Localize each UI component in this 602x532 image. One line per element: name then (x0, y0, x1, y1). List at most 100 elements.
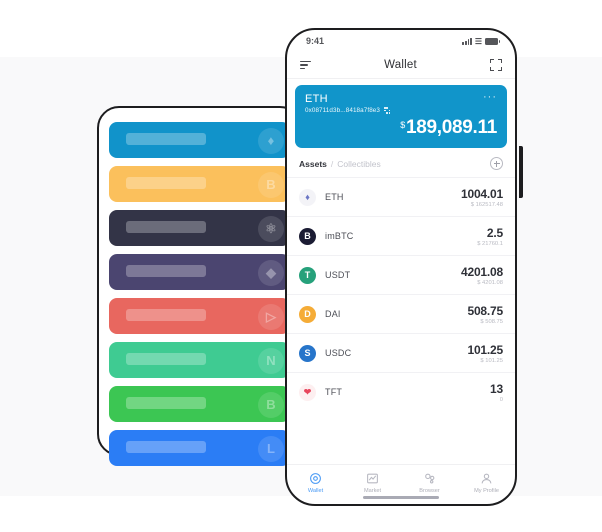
profile-tab-icon (480, 472, 493, 485)
tab-collectibles[interactable]: Collectibles (337, 159, 380, 169)
phone-side-button[interactable] (519, 146, 523, 198)
cellular-signal-icon (462, 37, 472, 45)
scan-qr-icon[interactable] (489, 59, 502, 71)
ethereum-icon: ♦ (258, 128, 284, 154)
market-tab-icon (366, 472, 379, 485)
placeholder-bar (126, 133, 206, 145)
placeholder-card: ◆ (109, 254, 290, 290)
wifi-icon: ☰ (474, 36, 482, 46)
placeholder-bar (126, 441, 206, 453)
bitcoin-icon: B (258, 172, 284, 198)
home-indicator (363, 496, 439, 499)
placeholder-bar (126, 265, 206, 277)
asset-fiat-value: $ 101.25 (480, 357, 503, 364)
asset-amount: 1004.01 (461, 186, 503, 201)
atom-icon: ⚛ (258, 216, 284, 242)
tab-market[interactable]: Market (344, 472, 401, 494)
asset-row[interactable]: S USDC 101.25 $ 101.25 (287, 333, 515, 372)
tab-wallet[interactable]: Wallet (287, 472, 344, 494)
asset-amount: 101.25 (467, 342, 503, 357)
asset-row[interactable]: BimBTC 2.5 $ 21760.1 (287, 216, 515, 255)
browser-tab-icon (423, 472, 436, 485)
placeholder-phone: ♦ B ⚛ ◆ ▷ N B L (97, 106, 302, 466)
placeholder-card: ⚛ (109, 210, 290, 246)
placeholder-card: N (109, 342, 290, 378)
asset-amount: 13 (490, 381, 503, 396)
asset-amount: 4201.08 (461, 264, 503, 279)
wallet-address[interactable]: 0x08711d3b...8418a7f8e3 (305, 107, 380, 114)
placeholder-card: ♦ (109, 122, 290, 158)
asset-fiat-value: $ 162517.48 (470, 201, 503, 208)
wallet-balance-card[interactable]: ETH ··· 0x08711d3b...8418a7f8e3 $ 189,08… (295, 85, 507, 148)
imbtc-coin-icon: B (299, 227, 316, 245)
status-time: 9:41 (306, 36, 325, 46)
wallet-screen: ETH ··· 0x08711d3b...8418a7f8e3 $ 189,08… (287, 79, 515, 504)
currency-symbol: $ (400, 120, 405, 130)
droplet-icon: ◆ (258, 260, 284, 286)
dai-coin-icon: D (299, 305, 316, 323)
asset-symbol: USDC (325, 348, 352, 358)
usdc-coin-icon: S (299, 344, 316, 362)
asset-symbol: DAI (325, 309, 341, 319)
nav-bar: Wallet (287, 52, 515, 79)
tab-browser[interactable]: Browser (401, 472, 458, 494)
asset-fiat-value: $ 4201.08 (477, 279, 503, 286)
asset-amount: 2.5 (486, 225, 503, 240)
screenshot-stage: ♦ B ⚛ ◆ ▷ N B L 9:41 ☰ Wallet ETH ··· 0x… (0, 0, 602, 532)
asset-fiat-value: $ 508.75 (480, 318, 503, 325)
asset-values: 4201.08 $ 4201.08 (461, 265, 503, 286)
litecoin-icon: L (258, 436, 284, 462)
bch-icon: B (258, 392, 284, 418)
usdt-coin-icon: T (299, 266, 316, 284)
asset-values: 101.25 $ 101.25 (467, 343, 503, 364)
asset-fiat-value: $ 21760.1 (477, 240, 503, 247)
tron-icon: ▷ (258, 304, 284, 330)
placeholder-bar (126, 397, 206, 409)
tab-assets[interactable]: Assets (299, 159, 327, 169)
asset-row[interactable]: ❤ TFT 13 0 (287, 372, 515, 411)
placeholder-card: B (109, 386, 290, 422)
tab-label: Wallet (307, 487, 324, 494)
asset-symbol: imBTC (325, 231, 354, 241)
placeholder-card: ▷ (109, 298, 290, 334)
asset-tabs: Assets / Collectibles (287, 148, 515, 177)
wallet-more-icon[interactable]: ··· (483, 92, 497, 103)
asset-symbol: USDT (325, 270, 351, 280)
wallet-balance: $ 189,089.11 (305, 117, 497, 139)
nano-icon: N (258, 348, 284, 374)
wallet-tab-icon (309, 472, 322, 485)
asset-row[interactable]: ♦ ETH 1004.01 $ 162517.48 (287, 177, 515, 216)
placeholder-bar (126, 353, 206, 365)
asset-list: ♦ ETH 1004.01 $ 162517.48 BimBTC 2.5 $ 21760.1… (287, 177, 515, 464)
plus-circle-icon[interactable] (490, 157, 503, 170)
tab-label: My Profile (474, 487, 499, 494)
tab-my-profile[interactable]: My Profile (458, 472, 515, 494)
asset-amount: 508.75 (467, 303, 503, 318)
balance-amount: 189,089.11 (405, 117, 497, 138)
asset-values: 2.5 $ 21760.1 (477, 226, 503, 247)
page-title: Wallet (384, 59, 417, 71)
placeholder-bar (126, 309, 206, 321)
asset-symbol: TFT (325, 387, 343, 397)
hamburger-menu-icon[interactable] (300, 60, 311, 70)
asset-row[interactable]: D DAI 508.75 $ 508.75 (287, 294, 515, 333)
placeholder-card: L (109, 430, 290, 466)
asset-row[interactable]: T USDT 4201.08 $ 4201.08 (287, 255, 515, 294)
asset-values: 508.75 $ 508.75 (467, 304, 503, 325)
placeholder-card: B (109, 166, 290, 202)
eth-coin-icon: ♦ (299, 188, 316, 206)
tab-label: Market (363, 487, 382, 494)
tab-separator: / (330, 158, 334, 169)
placeholder-bar (126, 177, 206, 189)
qr-code-icon[interactable] (384, 107, 391, 114)
placeholder-bar (126, 221, 206, 233)
asset-symbol: ETH (325, 192, 344, 202)
tab-label: Browser (419, 487, 440, 494)
asset-values: 1004.01 $ 162517.48 (461, 187, 503, 208)
battery-icon (485, 38, 500, 45)
tft-coin-icon: ❤ (299, 383, 316, 401)
status-bar: 9:41 ☰ (287, 30, 515, 52)
asset-values: 13 0 (490, 382, 503, 403)
wallet-phone: 9:41 ☰ Wallet ETH ··· 0x08711d3b...8418a… (285, 28, 517, 506)
wallet-name: ETH (305, 93, 328, 105)
